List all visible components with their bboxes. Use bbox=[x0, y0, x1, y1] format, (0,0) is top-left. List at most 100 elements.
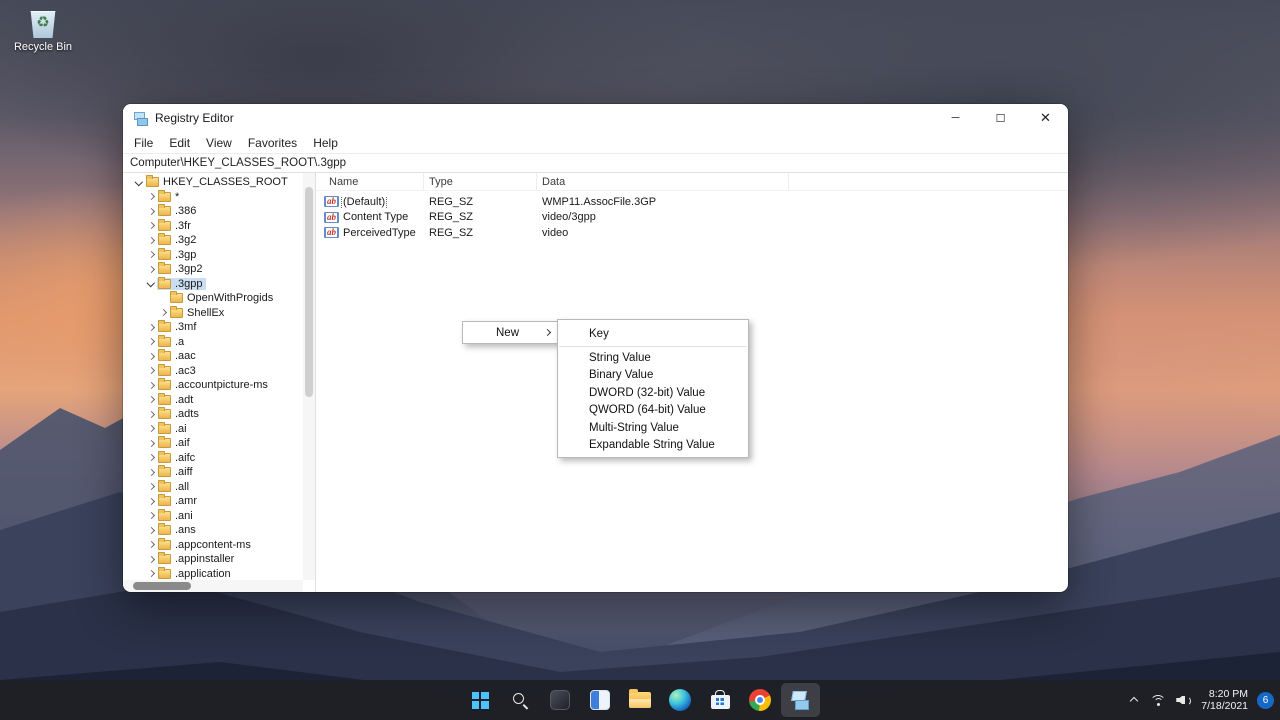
chevron-right-icon[interactable] bbox=[145, 495, 157, 507]
chevron-right-icon[interactable] bbox=[145, 365, 157, 377]
tree-item-3fr[interactable]: .3fr bbox=[123, 218, 315, 234]
taskbar-clock[interactable]: 8:20 PM 7/18/2021 bbox=[1201, 688, 1248, 713]
submenu-item-string-value[interactable]: String Value bbox=[558, 349, 748, 367]
minimize-button[interactable]: ─ bbox=[933, 104, 978, 132]
maximize-button[interactable]: ☐ bbox=[978, 104, 1023, 132]
column-header-type[interactable]: Type bbox=[424, 173, 537, 190]
tree-item-openwithprogids[interactable]: OpenWithProgids bbox=[123, 291, 315, 306]
tree-item-aifc[interactable]: .aifc bbox=[123, 450, 315, 466]
chevron-right-icon[interactable] bbox=[145, 466, 157, 478]
chevron-right-icon[interactable] bbox=[145, 408, 157, 420]
chevron-right-icon[interactable] bbox=[145, 205, 157, 217]
tree-item-aiff[interactable]: .aiff bbox=[123, 465, 315, 480]
context-menu-new[interactable]: New bbox=[462, 321, 558, 344]
chevron-right-icon[interactable] bbox=[145, 336, 157, 348]
tree-item-amr[interactable]: .amr bbox=[123, 494, 315, 509]
chevron-right-icon[interactable] bbox=[145, 568, 157, 580]
tree-vscroll-thumb[interactable] bbox=[305, 187, 313, 397]
chevron-right-icon[interactable] bbox=[145, 524, 157, 536]
tree-item-386[interactable]: .386 bbox=[123, 204, 315, 219]
context-menu-new-label[interactable]: New bbox=[463, 327, 543, 339]
tree-item-appinstaller[interactable]: .appinstaller bbox=[123, 552, 315, 567]
tree-item-ans[interactable]: .ans bbox=[123, 523, 315, 538]
tree-item-appcontent-ms[interactable]: .appcontent-ms bbox=[123, 537, 315, 553]
tree-vertical-scrollbar[interactable] bbox=[303, 173, 315, 580]
chevron-right-icon[interactable] bbox=[145, 379, 157, 391]
chevron-down-icon[interactable] bbox=[145, 278, 157, 290]
chevron-right-icon[interactable] bbox=[145, 394, 157, 406]
menu-item-file[interactable]: File bbox=[126, 134, 161, 152]
chevron-right-icon[interactable] bbox=[145, 350, 157, 362]
chevron-right-icon[interactable] bbox=[145, 452, 157, 464]
photos-icon[interactable] bbox=[581, 683, 620, 717]
tree-hscroll-thumb[interactable] bbox=[133, 582, 191, 590]
tree-item-3gp2[interactable]: .3gp2 bbox=[123, 262, 315, 277]
edge-icon[interactable] bbox=[661, 683, 700, 717]
close-button[interactable]: ✕ bbox=[1023, 104, 1068, 132]
submenu-item-multi-string-value[interactable]: Multi-String Value bbox=[558, 419, 748, 437]
chevron-right-icon[interactable] bbox=[145, 423, 157, 435]
chevron-right-icon[interactable] bbox=[145, 510, 157, 522]
chevron-down-icon[interactable] bbox=[133, 176, 145, 188]
tree-item-star[interactable]: * bbox=[123, 189, 315, 205]
tree-item-application[interactable]: .application bbox=[123, 566, 315, 582]
tree-item-ai[interactable]: .ai bbox=[123, 421, 315, 437]
tree-item-hkey-classes-root[interactable]: HKEY_CLASSES_ROOT bbox=[123, 175, 315, 190]
tree-item-aif[interactable]: .aif bbox=[123, 436, 315, 451]
chevron-right-icon[interactable] bbox=[145, 437, 157, 449]
chevron-right-icon[interactable] bbox=[145, 191, 157, 203]
value-row-content-type[interactable]: ab Content Type REG_SZ video/3gpp bbox=[316, 210, 1068, 226]
store-icon[interactable] bbox=[701, 683, 740, 717]
tree-item-ani[interactable]: .ani bbox=[123, 508, 315, 524]
tree-item-3mf[interactable]: .3mf bbox=[123, 320, 315, 335]
chevron-right-icon[interactable] bbox=[145, 249, 157, 261]
submenu-item-qword-64-bit-value[interactable]: QWORD (64-bit) Value bbox=[558, 402, 748, 420]
search-icon[interactable] bbox=[501, 683, 540, 717]
tree-item-3g2[interactable]: .3g2 bbox=[123, 233, 315, 248]
recycle-bin-shortcut[interactable]: ♻ Recycle Bin bbox=[8, 8, 78, 53]
chevron-right-icon[interactable] bbox=[145, 234, 157, 246]
menu-item-view[interactable]: View bbox=[198, 134, 240, 152]
volume-icon[interactable] bbox=[1176, 694, 1192, 707]
tree-item-accountpicture-ms[interactable]: .accountpicture-ms bbox=[123, 378, 315, 393]
tree-item-3gpp[interactable]: .3gpp bbox=[123, 276, 315, 292]
submenu-item-key[interactable]: Key bbox=[558, 323, 748, 344]
tree-item-all[interactable]: .all bbox=[123, 479, 315, 495]
chevron-right-icon[interactable] bbox=[145, 220, 157, 232]
chevron-right-icon[interactable] bbox=[157, 307, 169, 319]
value-row-perceivedtype[interactable]: ab PerceivedType REG_SZ video bbox=[316, 225, 1068, 241]
value-row-default[interactable]: ab (Default) REG_SZ WMP11.AssocFile.3GP bbox=[316, 194, 1068, 210]
tree-item-aac[interactable]: .aac bbox=[123, 349, 315, 364]
submenu-item-expandable-string-value[interactable]: Expandable String Value bbox=[558, 437, 748, 455]
file-explorer-icon[interactable] bbox=[621, 683, 660, 717]
tree-item-3gp[interactable]: .3gp bbox=[123, 247, 315, 263]
notification-count-badge[interactable]: 6 bbox=[1257, 691, 1274, 709]
chevron-right-icon[interactable] bbox=[145, 263, 157, 275]
start-icon[interactable] bbox=[461, 683, 500, 717]
tree-item-shellex[interactable]: ShellEx bbox=[123, 305, 315, 321]
chevron-right-icon[interactable] bbox=[145, 321, 157, 333]
tray-overflow-chevron-up-icon[interactable] bbox=[1127, 693, 1141, 707]
chevron-right-icon[interactable] bbox=[145, 539, 157, 551]
chevron-right-icon[interactable] bbox=[145, 553, 157, 565]
tree-item-adt[interactable]: .adt bbox=[123, 392, 315, 408]
column-header-name[interactable]: Name bbox=[316, 173, 424, 190]
media-app-icon[interactable] bbox=[541, 683, 580, 717]
menu-item-favorites[interactable]: Favorites bbox=[240, 134, 305, 152]
tree-item-adts[interactable]: .adts bbox=[123, 407, 315, 422]
title-bar[interactable]: Registry Editor ─ ☐ ✕ bbox=[123, 104, 1068, 132]
folder-icon bbox=[146, 175, 159, 188]
tree-item-a[interactable]: .a bbox=[123, 334, 315, 350]
chevron-right-icon[interactable] bbox=[145, 481, 157, 493]
address-bar[interactable]: Computer\HKEY_CLASSES_ROOT\.3gpp bbox=[123, 153, 1068, 173]
tree-item-ac3[interactable]: .ac3 bbox=[123, 363, 315, 379]
column-header-data[interactable]: Data bbox=[537, 173, 789, 190]
menu-item-edit[interactable]: Edit bbox=[161, 134, 198, 152]
chrome-icon[interactable] bbox=[741, 683, 780, 717]
menu-item-help[interactable]: Help bbox=[305, 134, 346, 152]
network-wifi-icon[interactable] bbox=[1150, 694, 1167, 707]
registry-editor-icon[interactable] bbox=[780, 683, 820, 717]
tree-horizontal-scrollbar[interactable] bbox=[123, 580, 303, 592]
submenu-item-binary-value[interactable]: Binary Value bbox=[558, 367, 748, 385]
submenu-item-dword-32-bit-value[interactable]: DWORD (32-bit) Value bbox=[558, 384, 748, 402]
